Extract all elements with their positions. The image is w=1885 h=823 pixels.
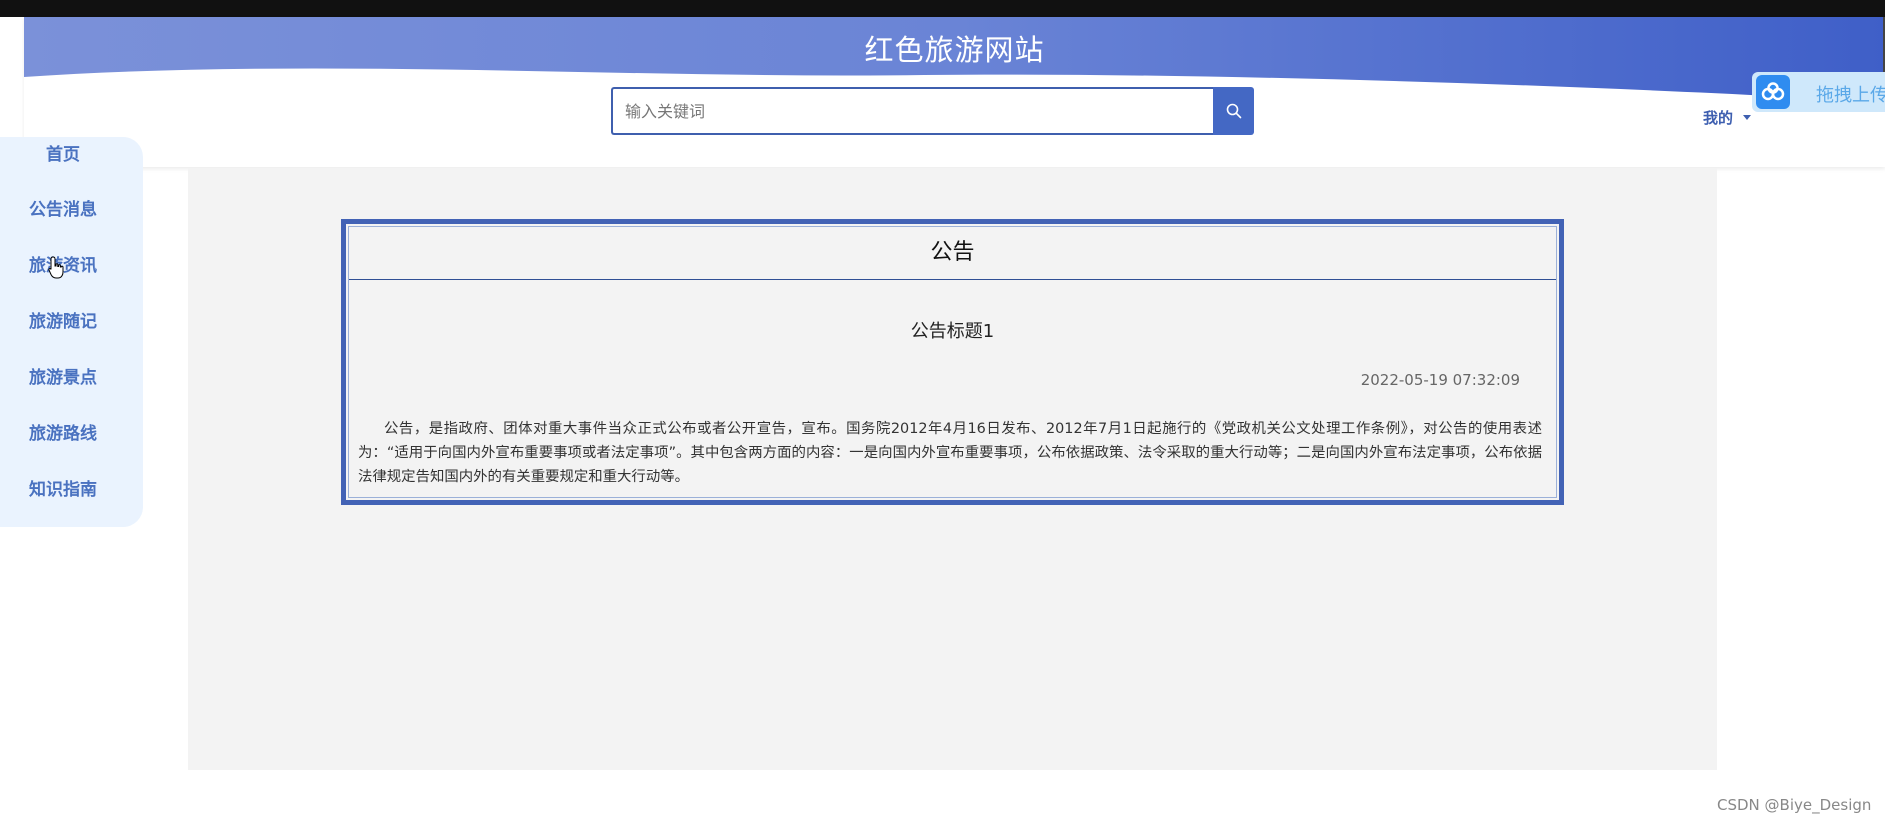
notice-card: 公告 公告标题1 2022-05-19 07:32:09 公告，是指政府、团体对… [341, 219, 1564, 505]
hand-pointer-icon [48, 256, 64, 279]
site-title: 红色旅游网站 [864, 33, 1045, 67]
baidu-cloud-icon [1756, 75, 1790, 109]
search-icon [1226, 103, 1241, 119]
search-button[interactable] [1213, 87, 1254, 135]
caret-down-icon [1743, 115, 1752, 120]
csdn-watermark: CSDN @Biye_Design [1717, 796, 1872, 814]
search-bar [611, 87, 1254, 135]
window-top-strip [0, 0, 1885, 17]
user-menu-label: 我的 [1703, 109, 1734, 127]
notice-inner-frame: 公告 公告标题1 2022-05-19 07:32:09 公告，是指政府、团体对… [348, 226, 1557, 498]
drag-upload-widget[interactable]: 拖拽上传 [1752, 72, 1885, 112]
sidebar-item-travel-notes[interactable]: 旅游随记 [0, 307, 126, 332]
notice-body: 公告，是指政府、团体对重大事件当众正式公布或者公开宣告，宣布。国务院2012年4… [358, 421, 1542, 485]
sidebar-item-home[interactable]: 首页 [0, 140, 126, 165]
sidebar-item-announcements[interactable]: 公告消息 [0, 195, 126, 220]
upload-label: 拖拽上传 [1816, 85, 1885, 106]
sidebar-item-travel-routes[interactable]: 旅游路线 [0, 419, 126, 444]
notice-timestamp: 2022-05-19 07:32:09 [1360, 371, 1520, 389]
notice-heading: 公告 [349, 227, 1556, 280]
sidebar-item-scenic-spots[interactable]: 旅游景点 [0, 363, 126, 388]
sidebar-nav: 首页 公告消息 旅游资讯 旅游随记 旅游景点 旅游路线 知识指南 [0, 137, 143, 527]
search-input[interactable] [611, 87, 1226, 135]
notice-title: 公告标题1 [910, 321, 995, 342]
sidebar-item-knowledge-guide[interactable]: 知识指南 [0, 475, 126, 500]
user-menu-dropdown[interactable]: 我的 [1703, 107, 1752, 128]
